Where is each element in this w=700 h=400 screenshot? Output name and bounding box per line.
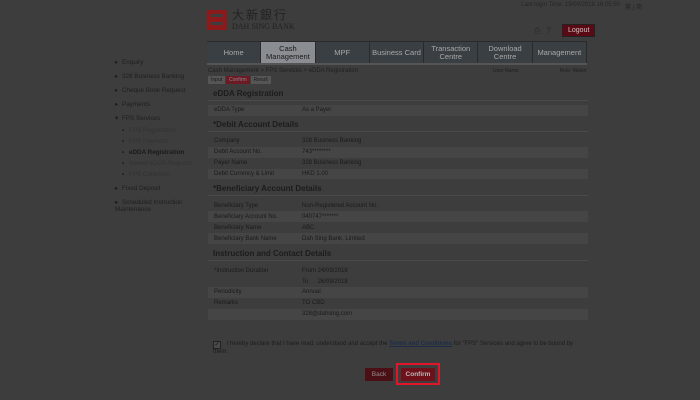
main-nav: Home Cash Management MPF Business Card T… bbox=[207, 41, 587, 65]
sidebar-item-scheduled-instruction[interactable]: ▸ Scheduled Instruction Maintenance bbox=[115, 199, 200, 213]
breadcrumb: Cash Management > FPS Services > eDDA Re… bbox=[208, 68, 359, 74]
chevron-down-icon: ▾ bbox=[115, 115, 119, 122]
table-row: Debit Account No. 743******** bbox=[208, 146, 588, 158]
table-row: Beneficiary Bank Name Dah Sing Bank, Limi… bbox=[208, 233, 588, 245]
page: 大新銀行 DAH SING BANK Last login Time: 19/0… bbox=[0, 0, 700, 400]
table-row: Periodicity Annual bbox=[208, 287, 588, 298]
bullet-icon: ▪ bbox=[122, 171, 125, 178]
nav-home[interactable]: Home bbox=[207, 42, 262, 63]
from-date: 24/09/2018 bbox=[317, 267, 348, 274]
last-login-time: Last login Time: 19/09/2018 16:05:50 bbox=[521, 2, 620, 8]
confirm-button[interactable]: Confirm bbox=[401, 368, 435, 381]
sidebar-item-payments[interactable]: ▸ Payments bbox=[115, 101, 150, 108]
step-input: Input bbox=[208, 76, 226, 84]
chevron-right-icon: ▸ bbox=[115, 87, 119, 94]
bank-logo-icon bbox=[207, 10, 227, 30]
chevron-right-icon: ▸ bbox=[115, 101, 119, 108]
main-content: eDDA Registration eDDA Type As a Payer *… bbox=[208, 88, 588, 320]
edda-type-label: eDDA Type bbox=[214, 107, 245, 114]
table-row: Company 328 Business Banking bbox=[214, 138, 362, 145]
nav-transaction-centre[interactable]: Transaction Centre bbox=[424, 42, 479, 63]
terms-and-conditions-link[interactable]: Terms and Conditions bbox=[389, 341, 452, 347]
bullet-icon: ▪ bbox=[122, 138, 125, 145]
user-name-label: User Name: bbox=[493, 68, 520, 74]
printer-icon[interactable]: ⎙ bbox=[534, 26, 540, 36]
section-title-instruction: Instruction and Contact Details bbox=[208, 248, 588, 262]
chevron-right-icon: ▸ bbox=[115, 199, 119, 206]
sidebar-item-fps-payment[interactable]: ▪ FPS Payment bbox=[122, 138, 168, 145]
table-row: Beneficiary Account No. 040747******* bbox=[208, 211, 588, 223]
section-title-edda: eDDA Registration bbox=[208, 88, 588, 101]
nav-management[interactable]: Management bbox=[533, 42, 587, 63]
chevron-right-icon: ▸ bbox=[115, 73, 119, 80]
bullet-icon: ▪ bbox=[122, 149, 125, 156]
sidebar-item-inward-edda-request[interactable]: ▪ Inward eDDA Request bbox=[122, 160, 191, 167]
progress-steps: Input Confirm Result bbox=[208, 76, 271, 84]
edda-type-value: As a Payer bbox=[302, 107, 332, 114]
nav-cash-management[interactable]: Cash Management bbox=[261, 42, 316, 63]
nav-download-centre[interactable]: Download Centre bbox=[478, 42, 533, 63]
instruction-duration-label: *Instruction Duration bbox=[214, 267, 269, 274]
sidebar-item-328-business-banking[interactable]: ▸ 328 Business Banking bbox=[115, 73, 184, 80]
sidebar-item-fps-services[interactable]: ▾ FPS Services bbox=[115, 115, 160, 122]
chevron-right-icon: ▸ bbox=[115, 59, 119, 66]
role-label: Role: Maker bbox=[559, 68, 587, 74]
step-confirm: Confirm bbox=[226, 76, 250, 84]
table-row: eDDA Type As a Payer bbox=[208, 105, 588, 116]
chevron-right-icon: ▸ bbox=[115, 185, 119, 192]
section-title-debit: *Debit Account Details bbox=[208, 119, 588, 132]
declaration-checkbox[interactable]: ✓ bbox=[213, 341, 221, 349]
dah-sing-logo[interactable]: 大新銀行 DAH SING BANK bbox=[207, 9, 295, 31]
sidebar-item-edda-registration[interactable]: ▪ eDDA Registration bbox=[122, 149, 184, 156]
back-button[interactable]: Back bbox=[365, 368, 393, 381]
nav-business-card[interactable]: Business Card bbox=[370, 42, 425, 63]
help-icon[interactable]: ? bbox=[546, 26, 550, 36]
sidebar-item-fixed-deposit[interactable]: ▸ Fixed Deposit bbox=[115, 185, 161, 192]
table-row: To 26/09/2018 bbox=[302, 278, 348, 285]
table-row: *Instruction Duration From 24/09/2018 bbox=[208, 265, 588, 276]
sidebar-item-enquiry[interactable]: ▸ Enquiry bbox=[115, 59, 143, 66]
table-row: Beneficiary Type Non-Registered Account N… bbox=[214, 202, 379, 209]
nav-mpf[interactable]: MPF bbox=[316, 42, 370, 63]
sidebar-item-fps-collection[interactable]: ▪ FPS Collection bbox=[122, 171, 171, 178]
language-switch[interactable]: 繁 | 简 bbox=[625, 2, 642, 11]
table-row: Remarks TO CBD bbox=[214, 300, 325, 307]
logout-button[interactable]: Logout bbox=[562, 24, 596, 37]
bullet-icon: ▪ bbox=[122, 160, 125, 167]
table-row: Debit Currency & Limit HKD 1.00 bbox=[208, 168, 588, 180]
logo-chinese-name: 大新銀行 bbox=[232, 8, 289, 22]
table-row: Payer Name 328 Business Banking bbox=[214, 160, 362, 167]
logo-english-name: DAH SING BANK bbox=[232, 22, 295, 31]
table-row: 328@dahsing.com bbox=[208, 308, 588, 320]
sidebar-item-cheque-book-request[interactable]: ▸ Cheque Book Request bbox=[115, 87, 185, 94]
sidebar-item-fps-registration[interactable]: ▪ FPS Registration bbox=[122, 127, 177, 134]
to-date: 26/09/2018 bbox=[317, 278, 348, 285]
section-title-beneficiary: *Beneficiary Account Details bbox=[208, 183, 588, 197]
bullet-icon: ▪ bbox=[122, 127, 125, 134]
declaration: ✓ I hereby declare that I have read, und… bbox=[213, 341, 574, 355]
step-result: Result bbox=[250, 76, 271, 84]
table-row: Beneficiary Name ABC bbox=[214, 224, 315, 231]
